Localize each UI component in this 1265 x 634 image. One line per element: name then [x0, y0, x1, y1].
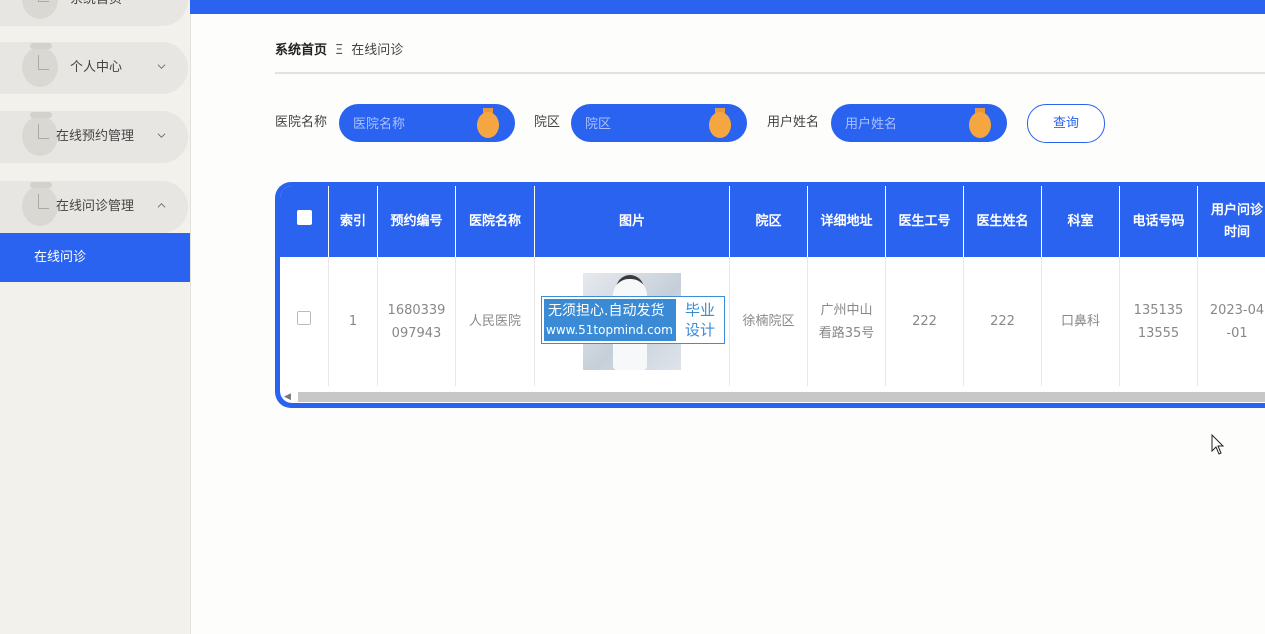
watermark-line1: 无须担心.自动发货: [548, 303, 665, 319]
menu-bullet-icon: [22, 112, 58, 156]
menu-bullet-icon: [22, 43, 58, 87]
table-header-cell[interactable]: 医生姓名: [963, 186, 1042, 257]
appointment-no-text: 1680339097943: [387, 302, 446, 341]
phone-text: 13513513555: [1133, 302, 1184, 341]
sidebar-item-label: 在线预约管理: [56, 129, 135, 144]
table-header-cell[interactable]: 院区: [729, 186, 808, 257]
mouse-cursor-icon: [1211, 434, 1225, 455]
menu-bullet-icon: [22, 182, 58, 226]
cell-doctor-id: 222: [885, 257, 964, 386]
table-header-cell[interactable]: 科室: [1041, 186, 1120, 257]
search-field-username: [831, 104, 1007, 144]
menu-bullet-icon: [22, 0, 58, 19]
sidebar-item-personal-center[interactable]: 个人中心: [0, 42, 188, 94]
consult-time-text: 2023-04-01: [1209, 302, 1265, 341]
sidebar-item-label: 个人中心: [70, 60, 123, 75]
watermark-right1: 毕业: [684, 301, 715, 319]
cell-doctor-name: 222: [963, 257, 1042, 386]
sidebar-item-label: 在线问诊管理: [56, 199, 135, 214]
knob-icon: [709, 108, 731, 138]
search-field-hospital: [339, 104, 515, 144]
cell-image: 无须担心.自动发货 www.51topmind.com 毕业 设计: [534, 257, 730, 386]
top-bar: [190, 0, 1265, 14]
watermark-right2: 设计: [684, 321, 715, 339]
watermark-banner: 无须担心.自动发货 www.51topmind.com 毕业 设计: [541, 296, 725, 344]
table-header-cell[interactable]: 用户问诊时间: [1197, 186, 1265, 257]
sidebar-item-home[interactable]: 系统首页: [0, 0, 188, 26]
search-label-username: 用户姓名: [767, 115, 820, 130]
cell-department: 口鼻科: [1041, 257, 1120, 386]
cell-index: 1: [328, 257, 378, 386]
username-input[interactable]: [843, 104, 967, 144]
search-field-campus: [571, 104, 747, 144]
table-header-cell[interactable]: 医院名称: [455, 186, 535, 257]
hospital-name-input[interactable]: [351, 104, 475, 144]
sidebar-item-appointment-management[interactable]: 在线预约管理: [0, 111, 188, 163]
sidebar-item-consultation-management[interactable]: 在线问诊管理: [0, 181, 188, 233]
chevron-down-icon: [157, 64, 166, 69]
data-table-frame: 索引 预约编号 医院名称 图片 院区 详细地址 医生工号 医生姓名 科室 电话号…: [275, 182, 1265, 408]
table-header-cell[interactable]: 索引: [328, 186, 378, 257]
search-label-campus: 院区: [534, 115, 561, 130]
knob-icon: [477, 108, 499, 138]
table-row[interactable]: 1 1680339097943 人民医院 无须担心.自动发货 www.51top…: [280, 257, 1265, 386]
chevron-down-icon: [157, 133, 166, 138]
table-header-cell[interactable]: 电话号码: [1119, 186, 1198, 257]
sidebar-subitem-label: 在线问诊: [34, 250, 87, 265]
row-checkbox[interactable]: [297, 311, 311, 325]
sidebar-item-label: 系统首页: [70, 0, 122, 26]
row-select-cell: [280, 257, 329, 386]
sidebar-subitem-online-consultation[interactable]: 在线问诊: [0, 233, 190, 282]
cell-phone: 13513513555: [1119, 257, 1198, 386]
data-table: 索引 预约编号 医院名称 图片 院区 详细地址 医生工号 医生姓名 科室 电话号…: [280, 186, 1265, 386]
search-button[interactable]: 查询: [1027, 104, 1105, 143]
table-header-cell[interactable]: 详细地址: [807, 186, 886, 257]
breadcrumb-separator-icon: Ξ: [335, 43, 344, 58]
table-header-row: 索引 预约编号 医院名称 图片 院区 详细地址 医生工号 医生姓名 科室 电话号…: [280, 186, 1265, 257]
sidebar: 系统首页 个人中心 在线预约管理 在线问诊管理 在线问诊: [0, 0, 191, 634]
table-header-select: [280, 186, 329, 257]
scroll-left-arrow-icon[interactable]: ◀: [284, 392, 294, 402]
chevron-up-icon: [157, 203, 166, 208]
breadcrumb: 系统首页 Ξ 在线问诊: [275, 40, 403, 62]
data-table-container: 索引 预约编号 医院名称 图片 院区 详细地址 医生工号 医生姓名 科室 电话号…: [280, 186, 1265, 403]
header-consult-time-label: 用户问诊时间: [1210, 202, 1263, 240]
table-header-cell[interactable]: 图片: [534, 186, 730, 257]
cell-address: 广州中山看路35号: [807, 257, 886, 386]
watermark-line2: www.51topmind.com: [546, 323, 673, 337]
search-label-hospital: 医院名称: [275, 115, 328, 130]
table-header-cell[interactable]: 预约编号: [377, 186, 456, 257]
cell-hospital: 人民医院: [455, 257, 535, 386]
select-all-checkbox[interactable]: [296, 210, 312, 225]
divider: [275, 72, 1265, 74]
horizontal-scrollbar[interactable]: [298, 392, 1265, 402]
cell-consult-time: 2023-04-01: [1197, 257, 1265, 386]
campus-input[interactable]: [583, 104, 707, 144]
breadcrumb-home[interactable]: 系统首页: [275, 43, 327, 58]
address-text: 广州中山看路35号: [818, 302, 875, 341]
knob-icon: [969, 108, 991, 138]
doctor-photo[interactable]: 无须担心.自动发货 www.51topmind.com 毕业 设计: [541, 273, 725, 370]
cell-appointment-no: 1680339097943: [377, 257, 456, 386]
breadcrumb-current: 在线问诊: [351, 43, 404, 58]
cell-campus: 徐楠院区: [729, 257, 808, 386]
table-header-cell[interactable]: 医生工号: [885, 186, 964, 257]
